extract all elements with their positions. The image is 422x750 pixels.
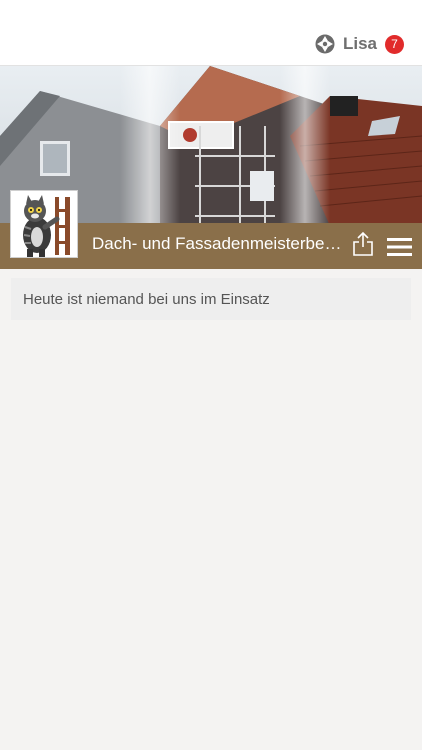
user-info[interactable]: Lisa 7 — [315, 32, 404, 56]
cat-chimney-sweep-logo — [11, 191, 77, 257]
hero-header: Dach- und Fassadenmeisterbetrieb — [0, 66, 422, 269]
company-logo — [10, 190, 78, 258]
crosshair-logo-icon — [315, 34, 335, 54]
status-message: Heute ist niemand bei uns im Einsatz — [11, 278, 411, 320]
status-message-text: Heute ist niemand bei uns im Einsatz — [23, 290, 270, 308]
notification-badge[interactable]: 7 — [385, 34, 404, 54]
hamburger-menu-icon[interactable] — [387, 238, 412, 256]
top-bar: Lisa 7 — [0, 0, 422, 66]
company-title: Dach- und Fassadenmeisterbetrieb — [92, 234, 342, 253]
share-icon[interactable] — [352, 231, 374, 257]
user-name: Lisa — [342, 34, 377, 53]
